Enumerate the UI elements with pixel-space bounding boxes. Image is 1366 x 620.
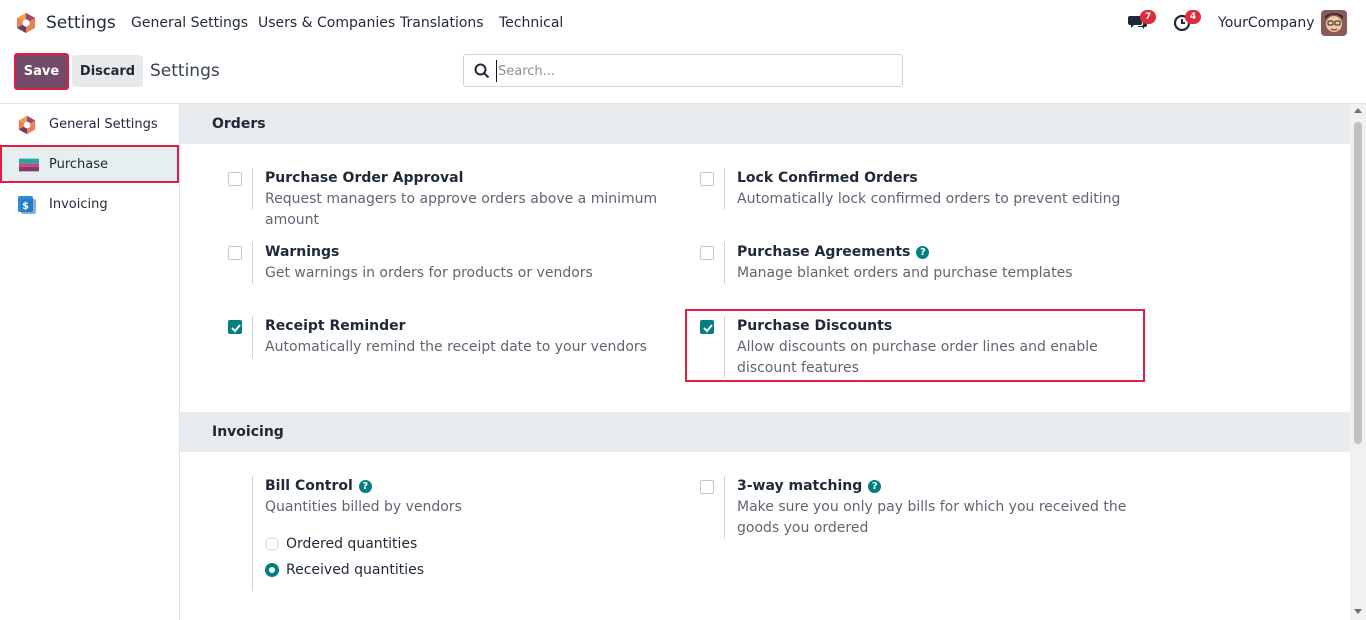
scroll-thumb[interactable] <box>1354 122 1362 444</box>
setting-title: Lock Confirmed Orders <box>737 170 918 186</box>
odoo-logo-icon[interactable] <box>15 12 37 34</box>
setting-description: Manage blanket orders and purchase templ… <box>737 265 1073 281</box>
setting-title: Warnings <box>265 244 340 260</box>
activities-button[interactable]: 4 <box>1173 10 1201 33</box>
setting-description: Automatically lock confirmed orders to p… <box>737 191 1121 207</box>
save-button[interactable]: Save <box>14 53 69 90</box>
receipt-reminder-checkbox[interactable] <box>228 320 242 334</box>
messages-count-badge: 7 <box>1140 10 1156 24</box>
search-input[interactable] <box>496 60 886 82</box>
app-title[interactable]: Settings <box>46 12 116 34</box>
sidebar-item-general-settings[interactable]: General Settings <box>0 105 179 143</box>
setting-description: Get warnings in orders for products or v… <box>265 265 593 281</box>
setting-title: Purchase Agreements? <box>737 242 930 262</box>
setting-title: Receipt Reminder <box>265 318 406 334</box>
setting-purchase-agreements: Purchase Agreements? Manage blanket orde… <box>700 242 1160 284</box>
scroll-up-arrow-icon[interactable] <box>1354 108 1362 113</box>
setting-receipt-reminder: Receipt Reminder Automatically remind th… <box>228 316 688 358</box>
company-switcher[interactable]: YourCompany <box>1218 14 1315 32</box>
sidebar-item-label: Invoicing <box>49 197 108 212</box>
menu-users-companies[interactable]: Users & Companies <box>258 14 395 32</box>
purchase-order-approval-checkbox[interactable] <box>228 172 242 186</box>
warnings-checkbox[interactable] <box>228 246 242 260</box>
highlight-box <box>685 309 1145 382</box>
page-title: Settings <box>150 61 220 81</box>
sidebar-item-invoicing[interactable]: $ Invoicing <box>0 185 179 223</box>
vertical-scrollbar[interactable] <box>1350 104 1366 620</box>
divider <box>724 168 725 210</box>
scroll-down-arrow-icon[interactable] <box>1354 609 1362 614</box>
setting-purchase-order-approval: Purchase Order Approval Request managers… <box>228 168 688 228</box>
sidebar-item-purchase[interactable]: Purchase <box>0 145 179 183</box>
settings-sidebar: General Settings Purchase $ Invoicing <box>0 104 180 620</box>
setting-title-text: Bill Control <box>265 478 353 494</box>
setting-3-way-matching: 3-way matching? Make sure you only pay b… <box>700 476 1160 539</box>
help-icon[interactable]: ? <box>358 480 372 493</box>
setting-description: Make sure you only pay bills for which y… <box>737 499 1127 536</box>
setting-bill-control: Bill Control? Quantities billed by vendo… <box>228 476 688 591</box>
menu-technical[interactable]: Technical <box>499 14 563 32</box>
setting-warnings: Warnings Get warnings in orders for prod… <box>228 242 688 284</box>
search-icon <box>474 63 490 79</box>
sidebar-item-label: Purchase <box>49 157 109 172</box>
three-way-matching-checkbox[interactable] <box>700 480 714 494</box>
sidebar-item-label: General Settings <box>49 117 158 132</box>
radio-button-selected[interactable] <box>265 563 279 577</box>
radio-label: Received quantities <box>286 562 425 578</box>
lock-confirmed-orders-checkbox[interactable] <box>700 172 714 186</box>
purchase-agreements-checkbox[interactable] <box>700 246 714 260</box>
divider <box>252 242 253 284</box>
divider <box>252 168 253 210</box>
setting-description: Automatically remind the receipt date to… <box>265 339 647 355</box>
setting-title: Bill Control? <box>265 476 372 496</box>
divider <box>252 476 253 591</box>
setting-description: Quantities billed by vendors <box>265 499 462 515</box>
setting-lock-confirmed-orders: Lock Confirmed Orders Automatically lock… <box>700 168 1160 210</box>
section-header-invoicing: Invoicing <box>180 412 1350 452</box>
divider <box>724 476 725 539</box>
setting-title-text: Purchase Agreements <box>737 244 911 260</box>
messages-button[interactable]: 7 <box>1128 10 1156 33</box>
checkmark-icon <box>231 324 241 333</box>
top-navbar: Settings General Settings Users & Compan… <box>0 0 1366 46</box>
purchase-icon <box>19 158 39 172</box>
avatar-icon <box>1321 10 1347 36</box>
setting-title: 3-way matching? <box>737 476 882 496</box>
invoicing-icon: $ <box>18 196 36 214</box>
activities-count-badge: 4 <box>1185 10 1201 24</box>
divider <box>724 242 725 284</box>
menu-translations[interactable]: Translations <box>400 14 484 32</box>
user-avatar[interactable] <box>1321 10 1347 36</box>
section-header-orders: Orders <box>180 104 1350 144</box>
general-settings-icon <box>18 115 36 135</box>
settings-content: Orders Purchase Order Approval Request m… <box>180 104 1350 620</box>
section-title: Orders <box>212 116 266 132</box>
search-bar[interactable] <box>463 54 903 87</box>
setting-description: Request managers to approve orders above… <box>265 191 658 228</box>
menu-general-settings[interactable]: General Settings <box>131 14 248 32</box>
help-icon[interactable]: ? <box>916 246 930 259</box>
divider <box>252 316 253 358</box>
setting-title-text: 3-way matching <box>737 478 863 494</box>
setting-title: Purchase Order Approval <box>265 170 464 186</box>
svg-text:$: $ <box>22 201 29 212</box>
discard-button[interactable]: Discard <box>72 55 143 87</box>
help-icon[interactable]: ? <box>868 480 882 493</box>
radio-button[interactable] <box>265 537 279 551</box>
radio-label: Ordered quantities <box>286 536 418 552</box>
section-title: Invoicing <box>212 424 284 440</box>
